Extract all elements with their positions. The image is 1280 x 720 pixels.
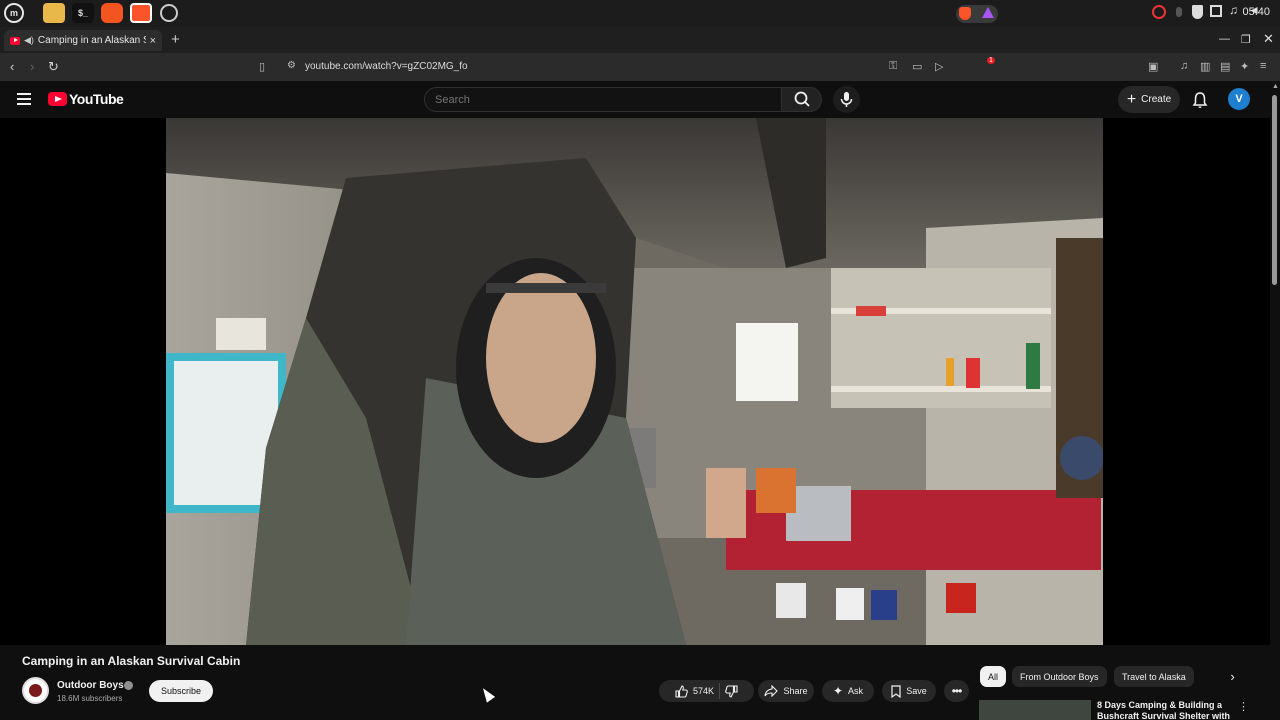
clock: 05:40: [1242, 6, 1270, 18]
more-vertical-icon[interactable]: ⋮: [1238, 700, 1249, 713]
channel-avatar[interactable]: [22, 677, 49, 704]
key-icon[interactable]: ⚿: [889, 60, 897, 73]
speaker-icon[interactable]: ◀): [24, 35, 34, 46]
subscriber-count: 18.6M subscribers: [57, 694, 123, 703]
minimize-icon[interactable]: —: [1219, 33, 1230, 45]
microphone-icon: [840, 92, 853, 107]
guide-menu-icon[interactable]: [17, 93, 31, 105]
save-label: Save: [906, 686, 927, 696]
sidebar-icon[interactable]: ▥: [1200, 60, 1210, 73]
wallet-icon[interactable]: ▤: [1220, 60, 1230, 73]
files-icon[interactable]: [43, 3, 65, 23]
shield-icon[interactable]: [1192, 5, 1203, 19]
youtube-masthead: YouTube + Create V: [0, 81, 1270, 118]
scrollbar-thumb[interactable]: [1272, 95, 1277, 285]
youtube-logo-icon[interactable]: [48, 92, 67, 106]
channel-name[interactable]: Outdoor Boys: [57, 680, 124, 691]
back-icon[interactable]: ‹: [10, 59, 14, 74]
forward-icon[interactable]: ›: [30, 59, 34, 74]
extension-icon[interactable]: ▣: [1148, 60, 1158, 73]
navigation-bar: ‹ › ↻ ▯ ⚙ youtube.com/watch?v=gZC02MG_fo…: [0, 53, 1280, 81]
close-tab-icon[interactable]: ×: [150, 35, 156, 47]
mouse-cursor-icon: [478, 685, 496, 703]
site-info-icon[interactable]: ⚙: [287, 60, 296, 71]
music-icon[interactable]: ♫: [1229, 3, 1243, 17]
youtube-logo-text[interactable]: YouTube: [69, 91, 124, 107]
media-icon[interactable]: ♫: [1180, 60, 1188, 72]
mint-menu-icon[interactable]: m: [4, 3, 24, 23]
chip-from-outdoor-boys[interactable]: From Outdoor Boys: [1012, 666, 1107, 687]
save-button[interactable]: Save: [882, 680, 936, 702]
bookmark-icon[interactable]: ▯: [259, 60, 265, 73]
share-label: Share: [783, 686, 808, 696]
like-dislike-group: 574K: [659, 680, 754, 702]
search-icon: [794, 91, 810, 107]
new-tab-button[interactable]: +: [171, 31, 180, 48]
ask-button[interactable]: ✦ Ask: [822, 680, 874, 702]
notifications-bell-icon[interactable]: [1192, 91, 1208, 109]
bookmark-save-icon: [891, 684, 901, 698]
create-button[interactable]: + Create: [1118, 86, 1180, 113]
search-input[interactable]: [424, 87, 782, 112]
browser-tab[interactable]: ◀) Camping in an Alaskan Survival Cabin …: [4, 30, 162, 51]
brave-rewards-icon[interactable]: [982, 7, 994, 18]
app-icon[interactable]: [160, 4, 178, 22]
video-title: Camping in an Alaskan Survival Cabin: [22, 654, 241, 668]
brave-icon[interactable]: [130, 3, 152, 23]
dot-icon[interactable]: [1176, 7, 1182, 17]
maximize-icon[interactable]: ❐: [1241, 33, 1251, 46]
ask-label: Ask: [848, 686, 864, 696]
more-horizontal-icon: •••: [951, 684, 963, 698]
leo-icon[interactable]: ✦: [1240, 60, 1249, 73]
brave-shields-icon[interactable]: [959, 7, 971, 20]
chip-travel-to-alaska[interactable]: Travel to Alaska: [1114, 666, 1194, 687]
shields-count-badge: 1: [987, 57, 995, 64]
status-icon[interactable]: [1152, 5, 1166, 19]
url-text[interactable]: youtube.com/watch?v=gZC02MG_fo: [305, 61, 468, 72]
page-scrollbar[interactable]: ▲: [1270, 81, 1280, 720]
recommendation-thumbnail[interactable]: [979, 700, 1091, 720]
more-actions-button[interactable]: •••: [944, 680, 969, 702]
plus-icon: +: [1126, 90, 1137, 108]
like-divider: [719, 683, 721, 699]
search-button[interactable]: [781, 87, 822, 112]
os-top-panel: m $_ ♫ ◄ 05:40: [0, 0, 1280, 27]
video-player[interactable]: [166, 118, 1103, 645]
cast-icon[interactable]: ▭: [912, 60, 922, 73]
like-count: 574K: [692, 686, 715, 696]
video-frame-image: [166, 118, 1103, 645]
network-icon[interactable]: [1210, 5, 1222, 17]
account-avatar[interactable]: V: [1228, 88, 1250, 110]
create-label: Create: [1141, 94, 1172, 105]
tab-title: Camping in an Alaskan Survival Cabin: [37, 35, 146, 46]
verified-badge-icon: [124, 681, 133, 690]
firefox-icon[interactable]: [101, 3, 123, 23]
share-icon: [764, 685, 779, 697]
close-window-icon[interactable]: ✕: [1263, 31, 1274, 47]
menu-icon[interactable]: ≡: [1260, 60, 1266, 72]
recommendation-title[interactable]: 8 Days Camping & Building a Bushcraft Su…: [1097, 700, 1232, 720]
voice-search-button[interactable]: [833, 86, 860, 113]
terminal-icon[interactable]: $_: [72, 3, 94, 23]
sparkle-icon: ✦: [832, 684, 844, 698]
chevron-right-icon[interactable]: ›: [1222, 666, 1243, 687]
like-button[interactable]: 574K: [675, 684, 715, 698]
chip-all[interactable]: All: [980, 666, 1007, 687]
thumbs-down-icon[interactable]: [725, 684, 738, 698]
subscribe-button[interactable]: Subscribe: [149, 680, 213, 702]
scroll-up-icon[interactable]: ▲: [1272, 83, 1279, 90]
youtube-favicon-icon: [10, 36, 20, 45]
share-button[interactable]: Share: [758, 680, 814, 702]
reload-icon[interactable]: ↻: [48, 59, 59, 75]
thumbs-up-icon: [675, 684, 688, 698]
play-icon[interactable]: ▷: [935, 60, 943, 73]
tab-strip: ◀) Camping in an Alaskan Survival Cabin …: [0, 27, 1280, 53]
